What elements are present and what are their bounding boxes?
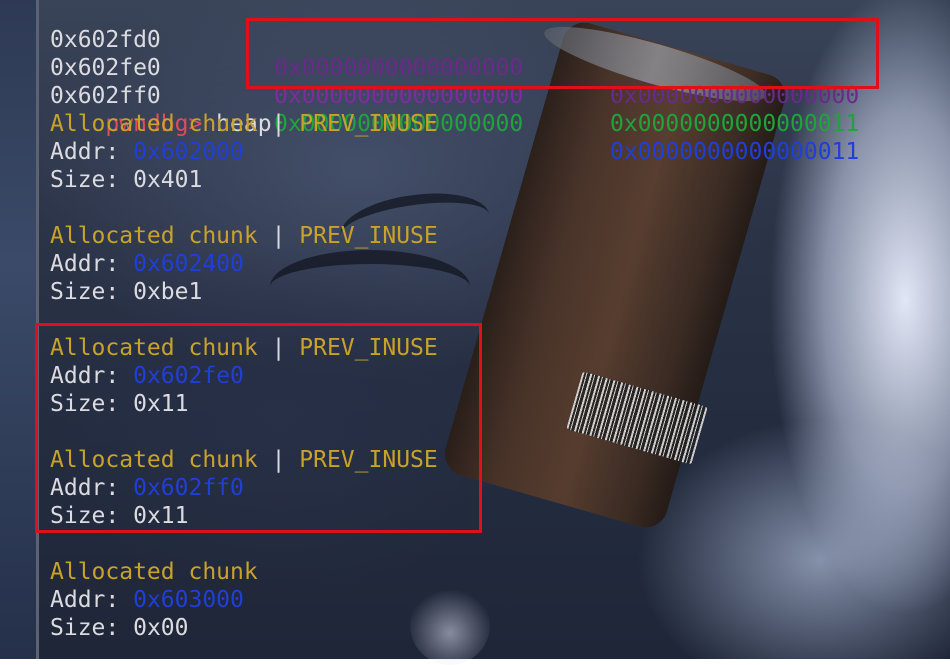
chunk-separator: | bbox=[257, 223, 300, 249]
chunk-size-line: Size: 0xbe1 bbox=[50, 278, 950, 306]
chunk-size-line: Size: 0x401 bbox=[50, 166, 950, 194]
chunk-separator: | bbox=[257, 111, 300, 137]
chunk-size-label: Size: bbox=[50, 167, 134, 193]
chunk-header: Allocated chunk | PREV_INUSE bbox=[50, 446, 950, 474]
chunk-size-value: 0xbe1 bbox=[133, 279, 203, 305]
chunk-addr-label: Addr: bbox=[50, 139, 134, 165]
chunk-size-value: 0x00 bbox=[133, 615, 189, 641]
chunk-status: Allocated chunk bbox=[50, 111, 258, 137]
chunk-status: Allocated chunk bbox=[50, 447, 258, 473]
chunk-flags: PREV_INUSE bbox=[299, 223, 438, 249]
chunk-header: Allocated chunk | PREV_INUSE bbox=[50, 222, 950, 250]
chunk-size-line: Size: 0x00 bbox=[50, 614, 950, 642]
chunk-status: Allocated chunk bbox=[50, 335, 258, 361]
memory-dump-row: 0x602ff0 0x0000000000000000 0x0000000000… bbox=[50, 54, 950, 165]
chunk-size-value: 0x401 bbox=[133, 167, 203, 193]
chunk-flags: PREV_INUSE bbox=[299, 335, 438, 361]
chunk-status: Allocated chunk bbox=[50, 559, 258, 585]
chunk-size-label: Size: bbox=[50, 391, 134, 417]
chunk-size-line: Size: 0x11 bbox=[50, 390, 950, 418]
chunk-addr-label: Addr: bbox=[50, 251, 134, 277]
chunk-addr-label: Addr: bbox=[50, 363, 134, 389]
chunk-size-label: Size: bbox=[50, 615, 134, 641]
chunk-header: Allocated chunk | PREV_INUSE bbox=[50, 110, 950, 138]
chunk-addr-value: 0x602400 bbox=[133, 251, 244, 277]
chunk-size-value: 0x11 bbox=[133, 503, 189, 529]
chunk-size-label: Size: bbox=[50, 503, 134, 529]
terminal-left-gutter bbox=[0, 0, 36, 659]
chunk-addr-line: Addr: 0x602fe0 bbox=[50, 362, 950, 390]
chunk-flags: PREV_INUSE bbox=[299, 447, 438, 473]
chunk-flags: PREV_INUSE bbox=[299, 111, 438, 137]
pane-divider[interactable] bbox=[36, 0, 39, 659]
chunk-separator: | bbox=[257, 335, 300, 361]
command-prompt-line: pwndbg> heap bbox=[50, 82, 950, 137]
chunk-addr-label: Addr: bbox=[50, 475, 134, 501]
chunk-addr-line: Addr: 0x603000 bbox=[50, 586, 950, 614]
memory-dump-row: 0x602fe0 0x0000000000000000 0x0000000000… bbox=[50, 26, 950, 137]
chunk-size-line: Size: 0x11 bbox=[50, 502, 950, 530]
chunk-addr-value: 0x602fe0 bbox=[133, 363, 244, 389]
chunk-separator: | bbox=[257, 447, 300, 473]
chunk-addr-line: Addr: 0x602400 bbox=[50, 250, 950, 278]
chunk-size-label: Size: bbox=[50, 279, 134, 305]
chunk-addr-value: 0x602000 bbox=[133, 139, 244, 165]
chunk-addr-value: 0x603000 bbox=[133, 587, 244, 613]
chunk-header: Allocated chunk bbox=[50, 558, 950, 586]
chunk-status: Allocated chunk bbox=[50, 223, 258, 249]
chunk-size-value: 0x11 bbox=[133, 391, 189, 417]
chunk-addr-line: Addr: 0x602ff0 bbox=[50, 474, 950, 502]
chunk-addr-label: Addr: bbox=[50, 587, 134, 613]
chunk-addr-value: 0x602ff0 bbox=[133, 475, 244, 501]
memory-dump-row: 0x602fd0 0x0000000000000000 0x0000000000… bbox=[50, 0, 950, 109]
chunk-header: Allocated chunk | PREV_INUSE bbox=[50, 334, 950, 362]
terminal-output[interactable]: 0x602fd0 0x0000000000000000 0x0000000000… bbox=[50, 0, 950, 642]
chunk-addr-line: Addr: 0x602000 bbox=[50, 138, 950, 166]
